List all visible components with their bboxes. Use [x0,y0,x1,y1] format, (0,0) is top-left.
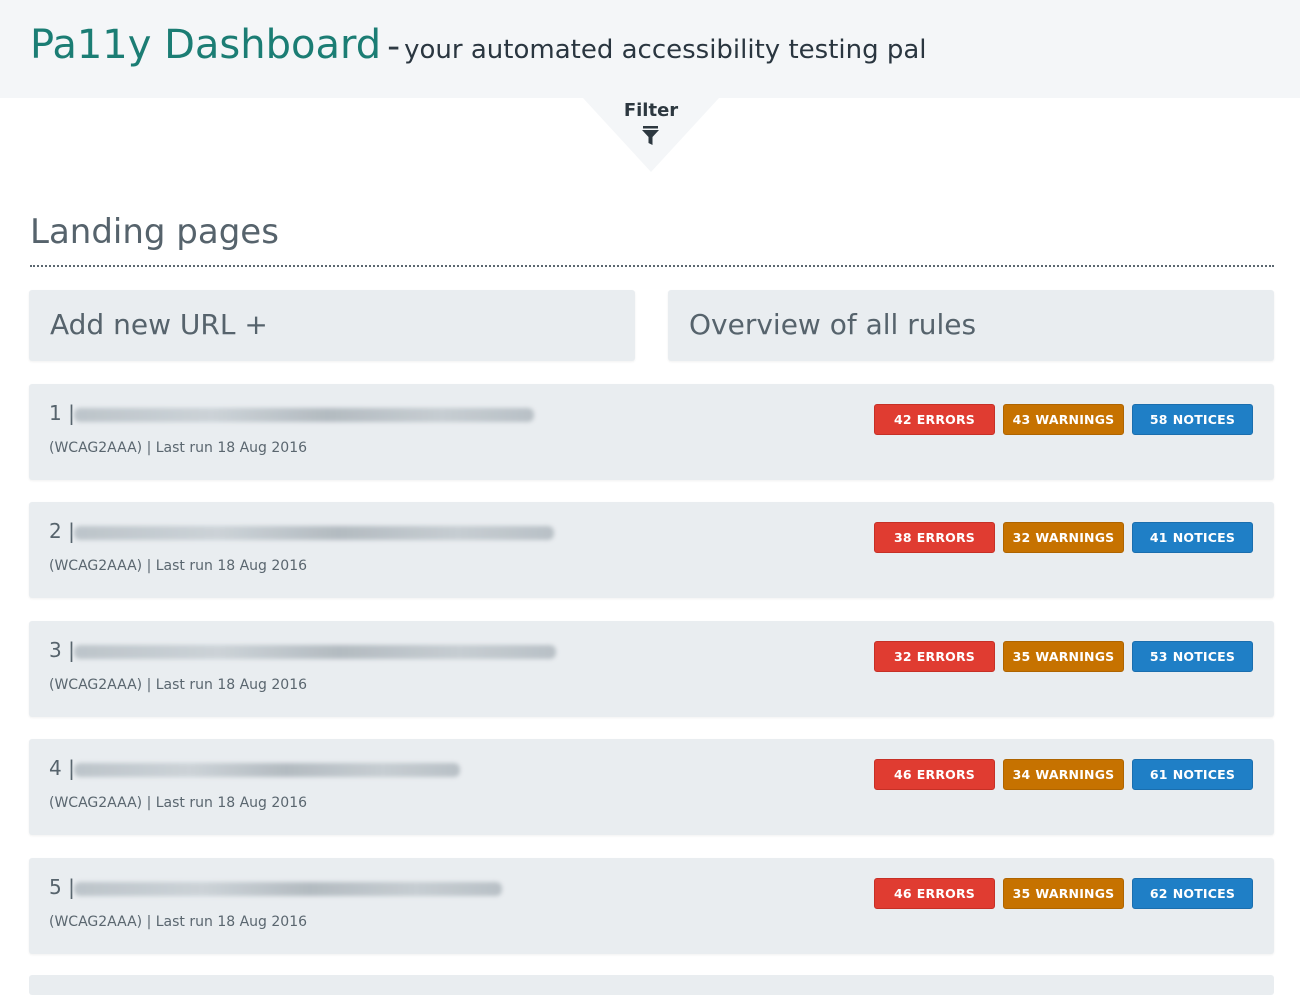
header-title: Pa11y Dashboard - your automated accessibi… [30,22,927,68]
url-row[interactable]: 1 | (WCAG2AAA) | Last run 18 Aug 2016 42… [29,384,1274,480]
errors-badge[interactable]: 38 ERRORS [874,522,995,553]
notices-badge[interactable]: 58 NOTICES [1132,404,1253,435]
errors-badge[interactable]: 46 ERRORS [874,878,995,909]
errors-badge[interactable]: 32 ERRORS [874,641,995,672]
url-meta: (WCAG2AAA) | Last run 18 Aug 2016 [49,677,308,693]
url-index[interactable]: 2 | [49,519,75,543]
warnings-badge[interactable]: 34 WARNINGS [1003,759,1124,790]
add-url-label: Add new URL + [50,308,268,341]
notices-badge[interactable]: 62 NOTICES [1132,878,1253,909]
url-meta: (WCAG2AAA) | Last run 18 Aug 2016 [49,440,308,456]
url-meta: (WCAG2AAA) | Last run 18 Aug 2016 [49,914,308,930]
warnings-badge[interactable]: 35 WARNINGS [1003,641,1124,672]
filter-icon [642,126,659,150]
url-index[interactable]: 4 | [49,756,75,780]
overview-rules-label: Overview of all rules [689,308,977,341]
warnings-badge[interactable]: 32 WARNINGS [1003,522,1124,553]
redacted-url [74,882,502,896]
title-separator: - [387,26,401,67]
notices-badge[interactable]: 53 NOTICES [1132,641,1253,672]
add-url-button[interactable]: Add new URL + [29,290,635,361]
url-row[interactable]: 4 | (WCAG2AAA) | Last run 18 Aug 2016 46… [29,739,1274,835]
notices-badge[interactable]: 41 NOTICES [1132,522,1253,553]
brand-title[interactable]: Pa11y Dashboard [30,22,381,68]
section-title: Landing pages [30,212,279,252]
url-row-partial [29,975,1274,995]
url-row[interactable]: 3 | (WCAG2AAA) | Last run 18 Aug 2016 32… [29,621,1274,717]
url-meta: (WCAG2AAA) | Last run 18 Aug 2016 [49,558,308,574]
errors-badge[interactable]: 42 ERRORS [874,404,995,435]
redacted-url [74,645,556,659]
warnings-badge[interactable]: 43 WARNINGS [1003,404,1124,435]
url-meta: (WCAG2AAA) | Last run 18 Aug 2016 [49,795,308,811]
url-index[interactable]: 3 | [49,638,75,662]
url-index[interactable]: 5 | [49,875,75,899]
notices-badge[interactable]: 61 NOTICES [1132,759,1253,790]
redacted-url [74,526,554,540]
redacted-url [74,763,460,777]
tagline: your automated accessibility testing pal [404,35,927,65]
redacted-url [74,408,534,422]
overview-rules-button[interactable]: Overview of all rules [668,290,1274,361]
page-header: Pa11y Dashboard - your automated accessibi… [0,0,1300,98]
filter-label: Filter [623,100,679,121]
url-index[interactable]: 1 | [49,401,75,425]
errors-badge[interactable]: 46 ERRORS [874,759,995,790]
section-divider [30,265,1274,267]
url-row[interactable]: 5 | (WCAG2AAA) | Last run 18 Aug 2016 46… [29,858,1274,954]
url-row[interactable]: 2 | (WCAG2AAA) | Last run 18 Aug 2016 38… [29,502,1274,598]
warnings-badge[interactable]: 35 WARNINGS [1003,878,1124,909]
